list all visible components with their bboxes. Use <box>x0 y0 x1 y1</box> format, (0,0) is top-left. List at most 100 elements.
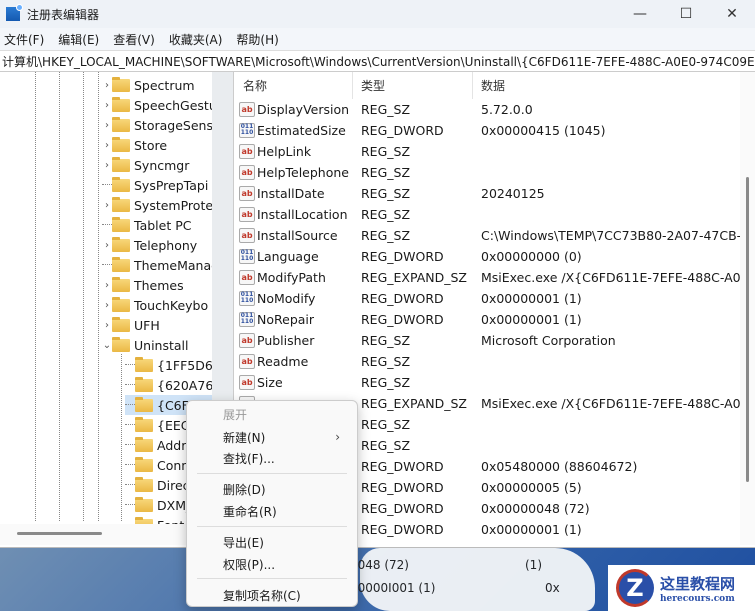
folder-icon <box>112 236 130 252</box>
regedit-app-icon <box>6 4 23 21</box>
scroll-thumb[interactable] <box>17 532 102 535</box>
tree-item[interactable]: › StorageSens <box>102 115 212 135</box>
expand-chevron-icon[interactable]: › <box>102 140 112 151</box>
value-data: MsiExec.exe /X{C6FD611E-7EFE-488C-A0E0 <box>481 396 740 411</box>
tree-item[interactable]: › TouchKeybo <box>102 295 212 315</box>
close-button[interactable]: ✕ <box>709 0 755 28</box>
expand-chevron-icon[interactable]: › <box>102 320 112 331</box>
value-row[interactable]: ab InstallSource REG_SZ C:\Windows\TEMP\7CC… <box>235 225 740 246</box>
tree-item[interactable]: › Themes <box>102 275 204 295</box>
value-row[interactable]: ab HelpLink REG_SZ <box>235 141 740 162</box>
menu-bar: 文件(F) 编辑(E) 查看(V) 收藏夹(A) 帮助(H) <box>0 28 755 50</box>
value-row[interactable]: ab HelpTelephone REG_SZ <box>235 162 740 183</box>
value-name: NoModify <box>257 291 316 306</box>
menu-item-permissions[interactable]: 权限(P)... <box>223 554 348 574</box>
column-type[interactable]: 类型 <box>353 72 473 99</box>
value-row[interactable]: ab Publisher REG_SZ Microsoft Corporation <box>235 330 740 351</box>
value-type: REG_DWORD <box>361 459 444 474</box>
tree-item[interactable]: Tablet PC <box>102 215 211 235</box>
expand-chevron-icon[interactable]: › <box>102 280 112 291</box>
address-bar[interactable]: 计算机\HKEY_LOCAL_MACHINE\SOFTWARE\Microsof… <box>0 50 755 72</box>
expand-chevron-icon[interactable]: › <box>102 300 112 311</box>
value-row[interactable]: ab InstallDate REG_SZ 20240125 <box>235 183 740 204</box>
value-row[interactable]: ab Size REG_SZ <box>235 372 740 393</box>
list-header: 名称 类型 数据 <box>235 72 740 99</box>
tree-connector <box>125 395 135 405</box>
scroll-thumb[interactable] <box>746 177 749 482</box>
value-row[interactable]: 011 110 NoModify REG_DWORD 0x00000001 (1) <box>235 288 740 309</box>
menu-item-new[interactable]: 新建(N) › <box>223 427 348 447</box>
string-value-icon: ab <box>239 333 255 348</box>
desktop-ghost-window: 0048 (72) (1) 00000I001 (1) 0x <box>350 548 595 611</box>
value-row[interactable]: ab InstallLocation REG_SZ <box>235 204 740 225</box>
expand-chevron-icon[interactable]: › <box>102 200 112 211</box>
menu-favorites[interactable]: 收藏夹(A) <box>169 31 223 48</box>
tree-item[interactable]: › SystemProte <box>102 195 212 215</box>
menu-item-export[interactable]: 导出(E) <box>223 532 348 552</box>
value-type: REG_SZ <box>361 207 411 222</box>
expand-chevron-icon[interactable]: › <box>102 120 112 131</box>
tree-item[interactable]: {1FF5D624 <box>125 355 212 375</box>
folder-icon <box>135 456 153 472</box>
tree-connector <box>125 495 135 505</box>
value-data: 5.72.0.0 <box>481 102 533 117</box>
tree-item[interactable]: › Telephony <box>102 235 212 255</box>
tree-connector <box>102 255 112 265</box>
value-data: 0x00000001 (1) <box>481 522 582 537</box>
tree-item[interactable]: › Store <box>102 135 187 155</box>
tree-item[interactable]: › Syncmgr <box>102 155 209 175</box>
registry-editor-window: 注册表编辑器 — ☐ ✕ 文件(F) 编辑(E) 查看(V) 收藏夹(A) 帮助… <box>0 0 755 548</box>
value-name: EstimatedSize <box>257 123 346 138</box>
column-data[interactable]: 数据 <box>473 72 740 99</box>
expand-chevron-icon[interactable]: › <box>102 100 112 111</box>
menu-item-copy-key-name[interactable]: 复制项名称(C) <box>223 585 348 605</box>
string-value-icon: ab <box>239 186 255 201</box>
value-type: REG_DWORD <box>361 312 444 327</box>
expand-chevron-icon[interactable]: › <box>102 240 112 251</box>
maximize-button[interactable]: ☐ <box>663 0 709 28</box>
value-row[interactable]: ab ModifyPath REG_EXPAND_SZ MsiExec.exe /X{… <box>235 267 740 288</box>
value-name: Publisher <box>257 333 315 348</box>
value-type: REG_DWORD <box>361 522 444 537</box>
folder-icon <box>112 316 130 332</box>
value-type: REG_SZ <box>361 165 411 180</box>
menu-view[interactable]: 查看(V) <box>113 31 155 48</box>
value-data: 0x00000048 (72) <box>481 501 590 516</box>
expand-chevron-icon[interactable]: › <box>102 80 112 91</box>
value-row[interactable]: ab Readme REG_SZ <box>235 351 740 372</box>
tree-item[interactable]: {620A7633 <box>125 375 212 395</box>
tree-item[interactable]: ThemeManag <box>102 255 212 275</box>
value-row[interactable]: ab DisplayVersion REG_SZ 5.72.0.0 <box>235 99 740 120</box>
list-vertical-scrollbar[interactable] <box>740 72 755 545</box>
tree-item-label: SysPrepTapi <box>134 177 209 193</box>
column-name[interactable]: 名称 <box>235 72 353 99</box>
tree-item-label: Uninstall <box>134 337 189 353</box>
folder-icon <box>135 476 153 492</box>
value-row[interactable]: 011 110 NoRepair REG_DWORD 0x00000001 (1) <box>235 309 740 330</box>
expand-chevron-icon[interactable]: ⌄ <box>102 340 112 351</box>
ghost-text: 00000I001 (1) <box>350 581 436 595</box>
tree-item-label: StorageSens <box>134 117 212 133</box>
minimize-button[interactable]: — <box>617 0 663 28</box>
folder-icon <box>112 116 130 132</box>
expand-chevron-icon[interactable]: › <box>102 160 112 171</box>
tree-item[interactable]: › Spectrum <box>102 75 212 95</box>
menu-help[interactable]: 帮助(H) <box>236 31 278 48</box>
menu-item-rename[interactable]: 重命名(R) <box>223 501 348 521</box>
value-row[interactable]: 011 110 Language REG_DWORD 0x00000000 (0) <box>235 246 740 267</box>
value-row[interactable]: 011 110 EstimatedSize REG_DWORD 0x00000415 (… <box>235 120 740 141</box>
binary-value-icon: 011 110 <box>239 312 255 327</box>
tree-horizontal-scrollbar[interactable] <box>0 524 212 545</box>
menu-item-find[interactable]: 查找(F)... <box>223 448 348 468</box>
tree-connector <box>125 375 135 385</box>
tree-item-label: TouchKeybo <box>134 297 209 313</box>
tree-item[interactable]: › UFH <box>102 315 180 335</box>
tree-item[interactable]: ⌄ Uninstall <box>102 335 209 355</box>
folder-icon <box>112 256 130 272</box>
menu-edit[interactable]: 编辑(E) <box>58 31 99 48</box>
tree-item[interactable]: › SpeechGestu <box>102 95 212 115</box>
value-name: InstallLocation <box>257 207 348 222</box>
menu-file[interactable]: 文件(F) <box>4 31 44 48</box>
menu-item-delete[interactable]: 删除(D) <box>223 479 348 499</box>
tree-item[interactable]: SysPrepTapi <box>102 175 212 195</box>
